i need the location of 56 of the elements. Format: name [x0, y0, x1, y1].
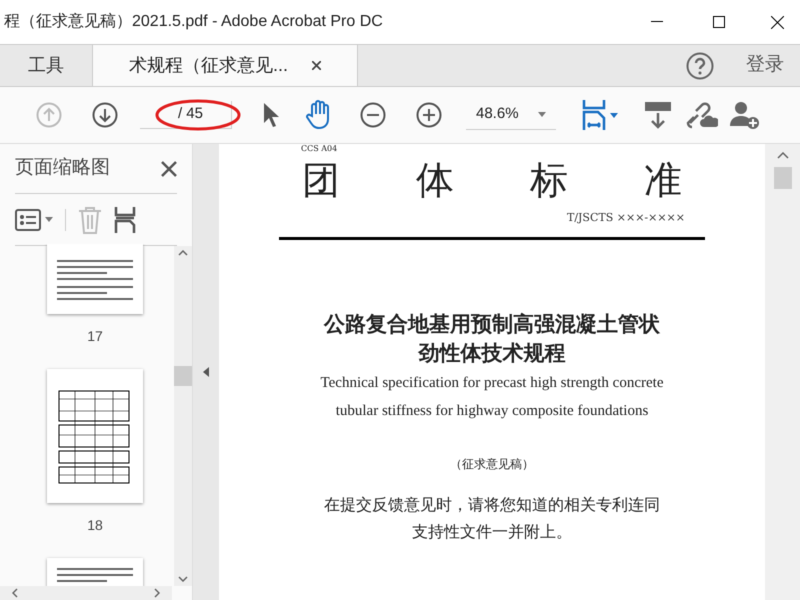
triangle-left-icon	[203, 367, 209, 377]
chevron-right-icon	[154, 588, 160, 598]
chevron-down-icon	[178, 576, 188, 582]
link-cloud-icon[interactable]	[686, 101, 718, 129]
help-icon[interactable]	[686, 52, 714, 80]
crop-page-icon[interactable]	[114, 206, 136, 232]
standard-number: T/JSCTS ×××-××××	[566, 210, 685, 226]
draft-status: （征求意见稿）	[450, 456, 534, 472]
english-title: tubular stiffness for highway composite foundations	[336, 402, 648, 420]
caret-icon	[538, 112, 546, 117]
tab[interactable]: 术规程（征求意见...	[92, 45, 358, 86]
fit-page-icon	[582, 100, 606, 130]
notice-text: 在提交反馈意见时，请将您知道的相关专利连同	[324, 494, 660, 516]
scrollbar-thumb[interactable]	[174, 366, 192, 386]
vertical-scrollbar[interactable]	[174, 246, 192, 586]
zoom-dropdown[interactable]: 48.6%	[466, 100, 556, 130]
page-number-field[interactable]: / 45	[140, 101, 232, 129]
zoom-value: 48.6%	[476, 104, 519, 124]
chevron-up-icon	[178, 250, 188, 256]
minimize-icon	[651, 21, 663, 23]
zoom-in-icon[interactable]	[416, 102, 442, 128]
tab-label: 工具	[28, 54, 64, 77]
chevron-up-icon	[776, 152, 788, 159]
maximize-icon	[713, 16, 725, 28]
page-thumbnail[interactable]	[47, 244, 143, 314]
close-icon	[770, 16, 784, 28]
pointer-icon[interactable]	[262, 102, 280, 128]
close-icon[interactable]	[312, 61, 322, 70]
tab-label: 术规程（征求意见...	[129, 54, 288, 77]
list-icon	[15, 208, 41, 230]
close-icon[interactable]	[161, 160, 177, 176]
page-number: 17	[87, 327, 103, 346]
page-total: / 45	[178, 104, 203, 124]
chevron-left-icon	[12, 588, 18, 598]
horizontal-scrollbar[interactable]	[0, 586, 172, 600]
fit-page-button[interactable]	[582, 100, 618, 130]
document-title: 公路复合地基用预制高强混凝土管状	[324, 310, 660, 338]
vertical-scrollbar[interactable]	[765, 144, 800, 600]
caret-icon	[610, 112, 618, 118]
sign-in-button[interactable]: 登录	[746, 51, 784, 80]
panel-title: 页面缩略图	[15, 156, 110, 180]
scrollbar-thumb[interactable]	[774, 167, 792, 189]
classification-code: CCS A04	[301, 144, 338, 154]
options-button[interactable]	[15, 208, 66, 230]
notice-text: 支持性文件一并附上。	[412, 520, 572, 542]
document-title: 劲性体技术规程	[418, 340, 566, 366]
arrow-down-icon[interactable]	[92, 102, 118, 128]
page-number: 18	[87, 516, 103, 535]
window-title: 程（征求意见稿）2021.5.pdf - Adobe Acrobat Pro DC	[3, 12, 384, 32]
caret-icon	[45, 217, 53, 222]
add-user-icon[interactable]	[730, 100, 760, 130]
page-thumbnail[interactable]	[47, 369, 143, 503]
zoom-out-icon[interactable]	[360, 102, 386, 128]
keyboard-download-icon[interactable]	[644, 101, 672, 129]
document-heading: 团 体 标 准	[302, 158, 682, 202]
english-title: Technical specification for precast high strength concrete	[320, 374, 664, 392]
